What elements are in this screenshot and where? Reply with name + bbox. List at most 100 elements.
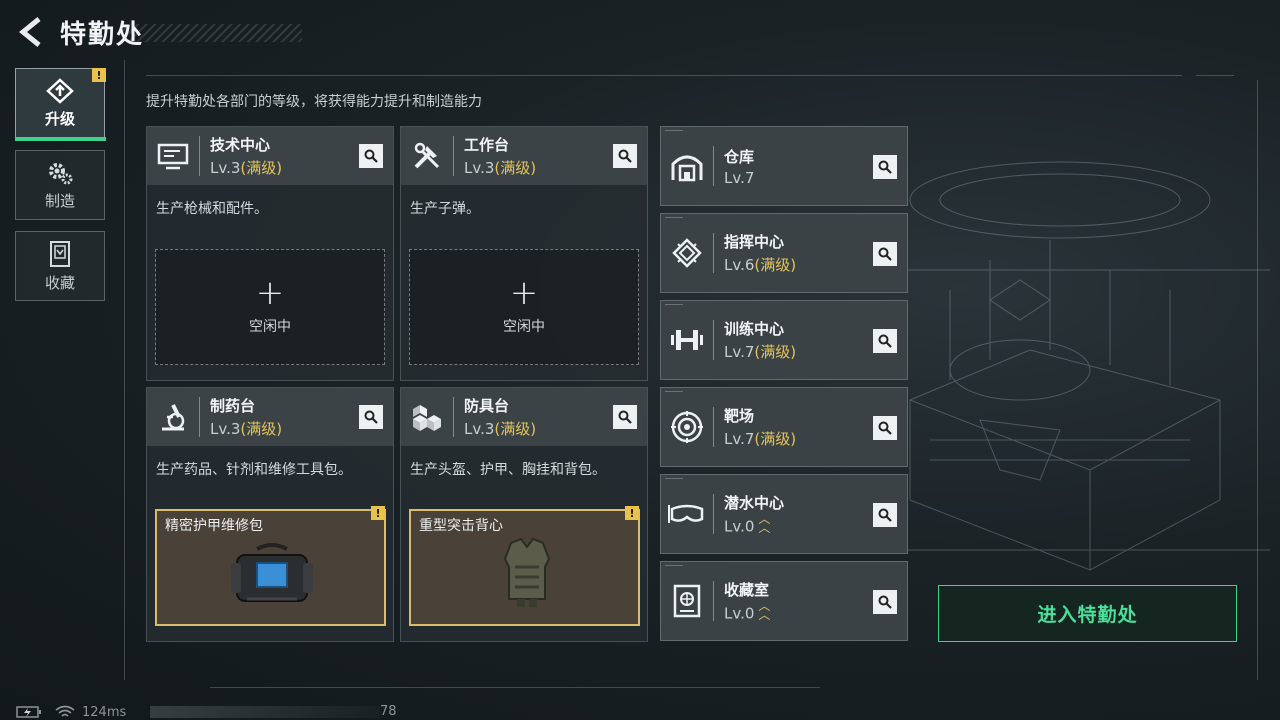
nav-active-indicator (15, 137, 106, 141)
facility-level: Lv.7 (724, 168, 755, 187)
armor-repair-kit-image (231, 543, 313, 602)
max-level-tag: (满级) (754, 343, 797, 361)
back-button[interactable] (14, 12, 48, 52)
top-divider (146, 75, 1182, 76)
headquarters-blueprint-art (895, 161, 1270, 571)
card-header: 工作台 Lv.3(满级) (401, 127, 647, 185)
magnifier-icon (618, 410, 632, 424)
gears-icon (49, 162, 73, 184)
facility-name: 训练中心 (724, 320, 785, 338)
inspect-button[interactable] (873, 155, 897, 179)
vault-icon (661, 561, 713, 641)
facility-card-workbench: 工作台 Lv.3(满级) 生产子弹。 + 空闲中 (400, 126, 648, 381)
bottom-divider (210, 687, 820, 688)
inspect-button[interactable] (873, 242, 897, 266)
facility-level: Lv.3 (464, 420, 495, 438)
facility-row-warehouse[interactable]: 仓库 Lv.7 (660, 126, 908, 206)
max-level-tag: (满级) (754, 430, 797, 448)
crafting-item-name: 精密护甲维修包 (165, 518, 263, 534)
chip-icon (661, 213, 713, 293)
collection-icon (50, 240, 70, 267)
status-value: 78 (380, 704, 397, 719)
battery-icon (16, 706, 41, 718)
row-separator (713, 581, 714, 621)
facility-description: 生产子弹。 (410, 201, 480, 217)
monitor-icon (147, 127, 199, 185)
magnifier-icon (878, 334, 892, 348)
card-separator (199, 136, 200, 176)
inspect-button[interactable] (873, 329, 897, 353)
inspect-button[interactable] (613, 144, 637, 168)
upgrade-available-icon: ︿ ︿ (758, 599, 771, 622)
enter-headquarters-button[interactable]: 进入特勤处 (938, 585, 1237, 642)
row-separator (713, 320, 714, 360)
dumbbell-icon (661, 300, 713, 380)
facility-level: Lv.3 (210, 159, 241, 177)
nav-collection-tab[interactable]: 收藏 (15, 231, 105, 301)
nav-collection-label: 收藏 (44, 273, 75, 292)
facility-description: 生产头盔、护甲、胸挂和背包。 (410, 462, 606, 478)
facility-row-command-center[interactable]: 指挥中心 Lv.6(满级) (660, 213, 908, 293)
facility-description: 生产药品、针剂和维修工具包。 (156, 462, 352, 478)
row-separator (713, 494, 714, 534)
row-separator (713, 233, 714, 273)
goggles-icon (661, 474, 713, 554)
cubes-icon (401, 388, 453, 446)
facility-name: 收藏室 (724, 581, 770, 600)
magnifier-icon (878, 160, 892, 174)
inspect-button[interactable] (359, 144, 383, 168)
facility-level: Lv.7 (724, 343, 755, 361)
facility-row-shooting-range[interactable]: 靶场 Lv.7(满级) (660, 387, 908, 467)
wifi-icon (55, 705, 75, 717)
facility-name: 指挥中心 (724, 233, 785, 251)
target-icon (661, 387, 713, 467)
card-separator (199, 397, 200, 437)
inspect-button[interactable] (359, 405, 383, 429)
nav-craft-tab[interactable]: 制造 (15, 150, 105, 220)
facility-description: 生产枪械和配件。 (156, 201, 268, 217)
inspect-button[interactable] (873, 416, 897, 440)
row-tag-decoration (665, 217, 683, 222)
card-header: 制药台 Lv.3(满级) (147, 388, 393, 446)
facility-level: Lv.0 (724, 517, 755, 536)
microscope-icon (147, 388, 199, 446)
facility-level: Lv.3 (464, 159, 495, 177)
facility-name: 潜水中心 (724, 494, 785, 513)
facility-row-diving-center[interactable]: 潜水中心 Lv.0 ︿ ︿ (660, 474, 908, 554)
crafting-item-slot[interactable]: 精密护甲维修包 (155, 509, 386, 626)
left-frame-line (124, 60, 125, 680)
crafting-item-name: 重型突击背心 (419, 518, 503, 534)
magnifier-icon (878, 247, 892, 261)
crafting-alert-badge: ! (625, 506, 639, 520)
inspect-button[interactable] (873, 590, 897, 614)
nav-upgrade-label: 升级 (44, 109, 75, 128)
idle-production-slot[interactable]: + 空闲中 (409, 249, 639, 365)
magnifier-icon (364, 149, 378, 163)
status-bar-background (150, 706, 380, 718)
idle-production-slot[interactable]: + 空闲中 (155, 249, 385, 365)
card-separator (453, 136, 454, 176)
row-separator (713, 407, 714, 447)
plus-icon: + (509, 273, 539, 313)
tools-icon (401, 127, 453, 185)
row-tag-decoration (665, 391, 683, 396)
magnifier-icon (364, 410, 378, 424)
facility-level: Lv.7 (724, 430, 755, 448)
status-bar: 124ms (16, 704, 126, 720)
facility-level: Lv.0 (724, 604, 755, 623)
right-frame-line (1257, 80, 1258, 680)
title-decoration (120, 24, 302, 42)
facility-name: 制药台 (210, 397, 256, 415)
facility-row-collection-room[interactable]: 收藏室 Lv.0 ︿ ︿ (660, 561, 908, 641)
row-tag-decoration (665, 130, 683, 135)
facility-row-training-center[interactable]: 训练中心 Lv.7(满级) (660, 300, 908, 380)
crafting-alert-badge: ! (371, 506, 385, 520)
back-arrow-icon (19, 17, 41, 47)
inspect-button[interactable] (873, 503, 897, 527)
crafting-item-slot[interactable]: 重型突击背心 (409, 509, 640, 626)
facility-level: Lv.6 (724, 256, 755, 274)
page-subtitle: 提升特勤处各部门的等级，将获得能力提升和制造能力 (146, 94, 482, 110)
nav-craft-label: 制造 (44, 191, 75, 210)
magnifier-icon (878, 421, 892, 435)
inspect-button[interactable] (613, 405, 637, 429)
